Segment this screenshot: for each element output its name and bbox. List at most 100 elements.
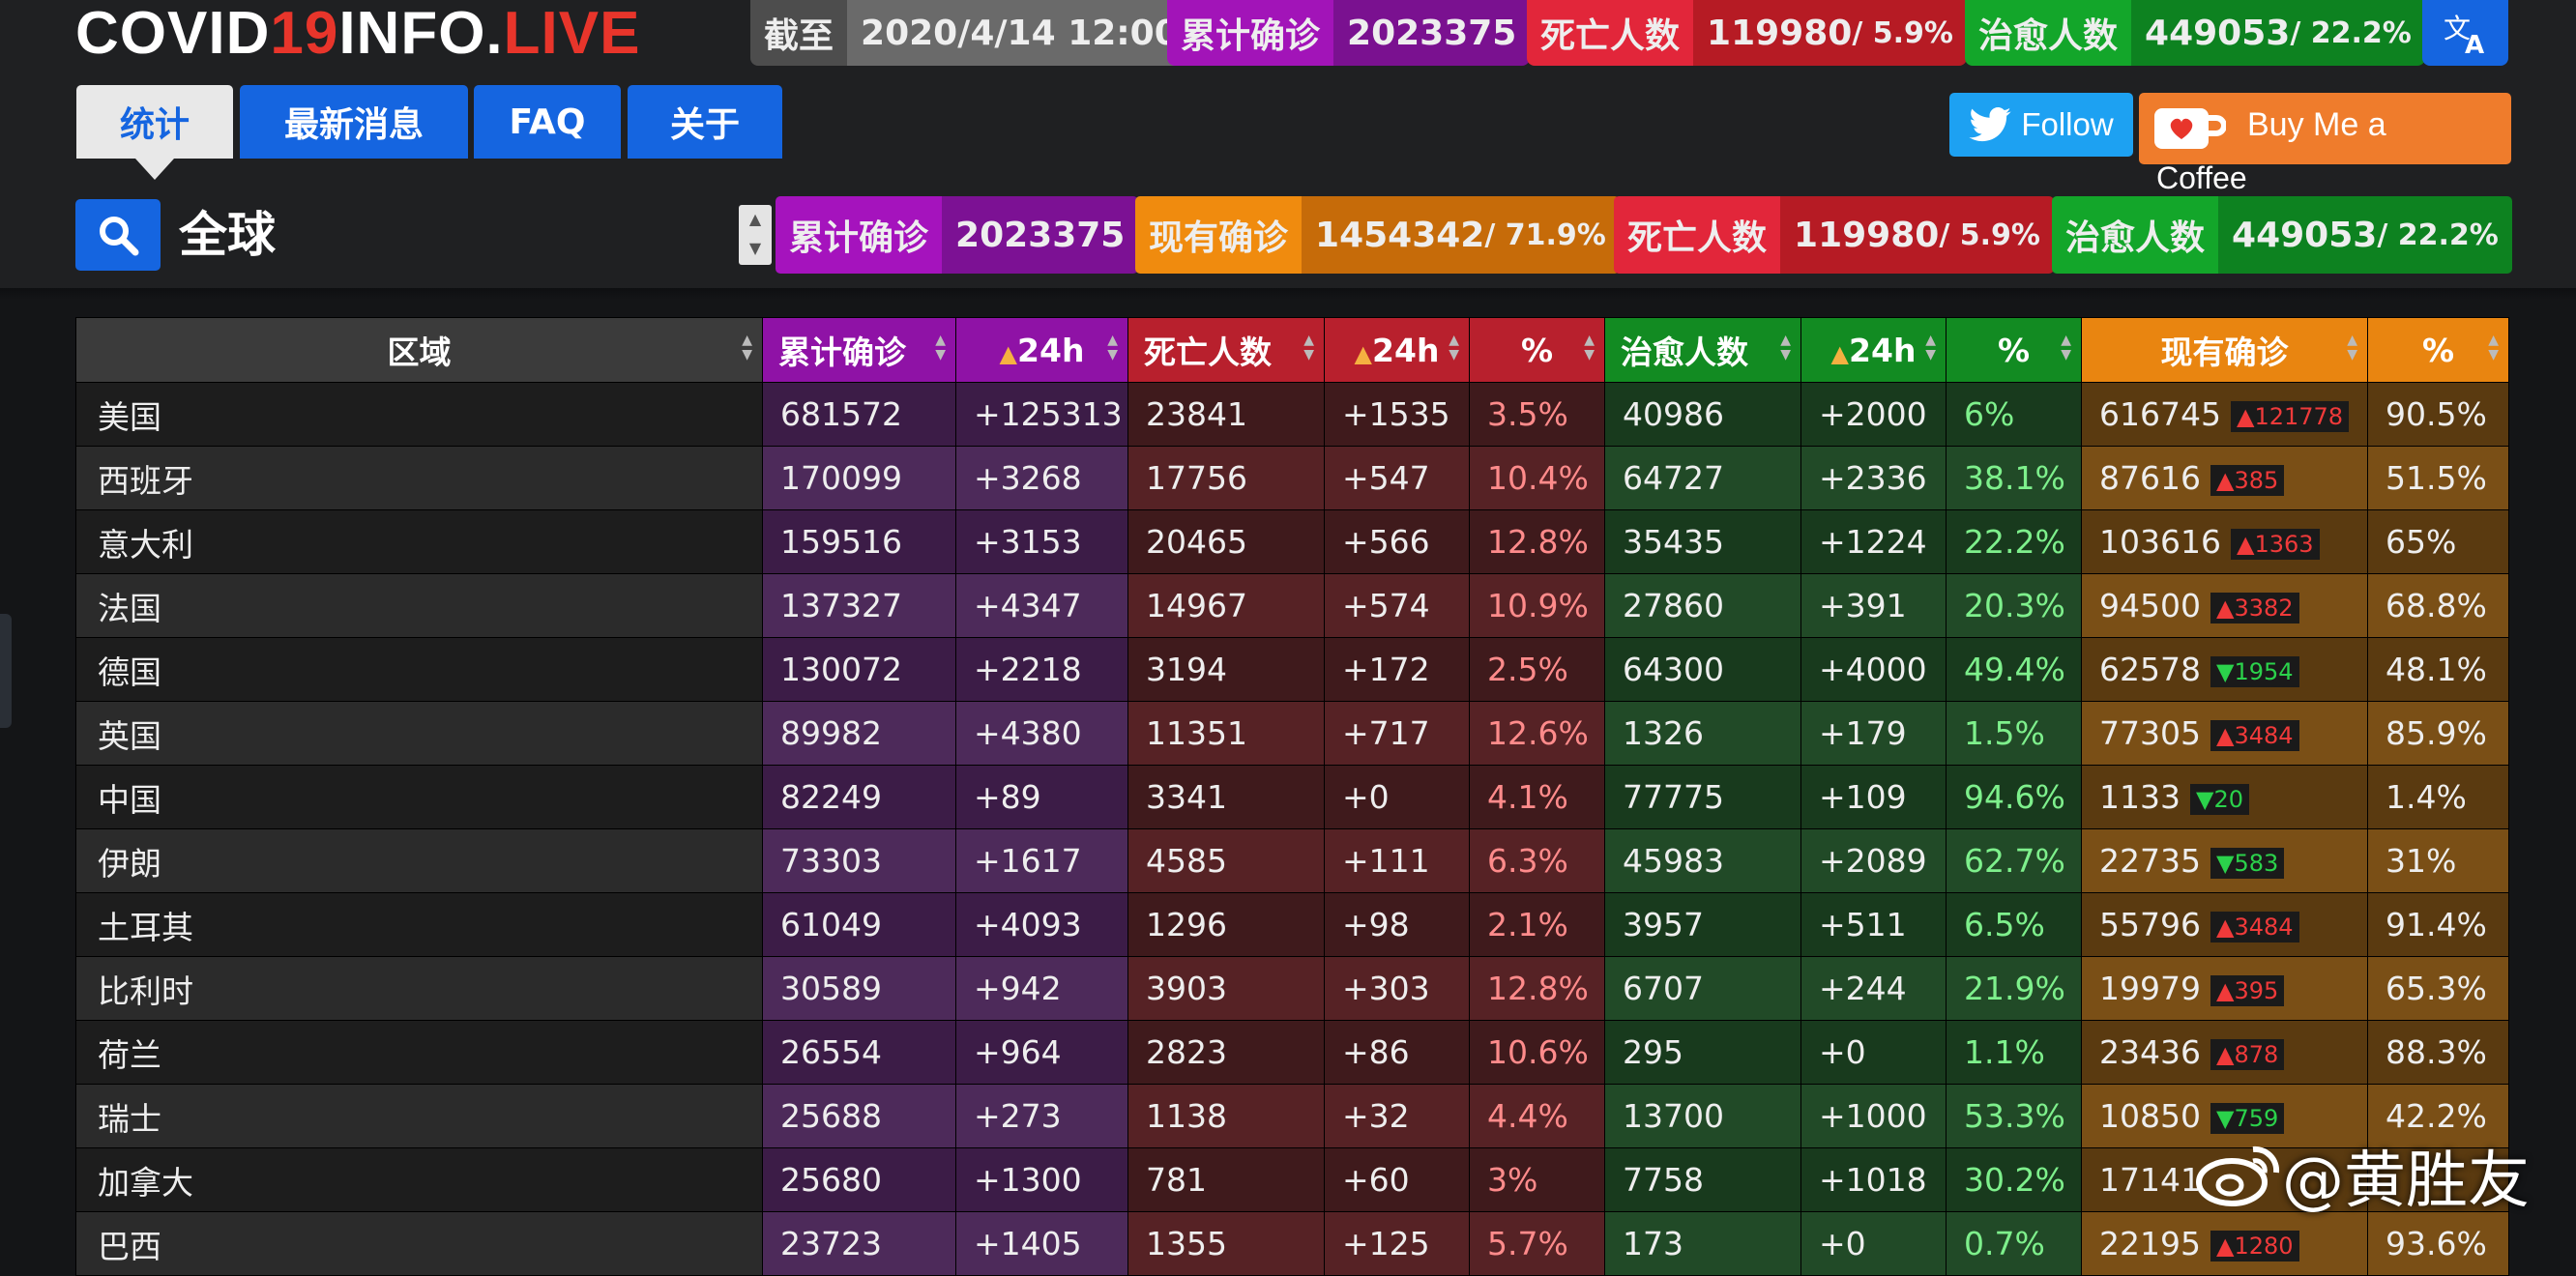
site-logo[interactable]: COVID19INFO.LIVE [75,0,640,68]
header-deaths-badge: 死亡人数 119980 / 5.9% [1527,0,1967,66]
sort-icon[interactable]: ▲ ▼ [1925,334,1936,362]
table-cell: 20465 [1127,509,1325,574]
table-cell: 20.3% [1946,573,2082,638]
table-cell: 62.7% [1946,828,2082,893]
table-cell: 23436 ▲878 [2081,1020,2368,1085]
region-name-cell: 西班牙 [75,446,763,510]
region-name-cell: 伊朗 [75,828,763,893]
table-cell: 25680 [762,1147,956,1212]
region-name-cell: 巴西 [75,1211,763,1276]
table-cell: 0.7% [1946,1211,2082,1276]
table-cell: 55796 ▲3484 [2081,892,2368,957]
column-header[interactable]: % ▲ ▼ [1469,317,1605,383]
tab-faq[interactable]: FAQ [474,85,621,159]
table-cell: +964 [955,1020,1128,1085]
table-cell: +111 [1324,828,1470,893]
table-cell: +566 [1324,509,1470,574]
sort-icon[interactable]: ▲ ▼ [742,334,752,362]
column-header-label: 现有确诊 [2160,334,2289,371]
active-change-badge: ▲385 [2210,464,2285,496]
tab-about[interactable]: 关于 [628,85,782,159]
table-cell: +1224 [1800,509,1947,574]
table-cell: 3341 [1127,765,1325,829]
table-cell: 94500 ▲3382 [2081,573,2368,638]
tab-stats[interactable]: 统计 [76,85,233,159]
table-cell: 781 [1127,1147,1325,1212]
active-change-badge: ▲1280 [2210,1230,2299,1262]
table-row[interactable]: 美国 681572 +125313 23841 +1535 3.5% 40986 +2000 6… [75,382,2509,447]
sort-icon[interactable]: ▲ ▼ [1107,334,1118,362]
column-header-label: 累计确诊 [778,334,906,371]
table-row[interactable]: 意大利 159516 +3153 20465 +566 12.8% 35435 +1224 22… [75,509,2509,574]
column-header[interactable]: ▲24h ▲ ▼ [1324,317,1470,383]
table-row[interactable]: 巴西 23723 +1405 1355 +125 5.7% 173 +0 0.7% 22195 ▲1… [75,1211,2509,1276]
table-cell: +1405 [955,1211,1128,1276]
column-header[interactable]: % ▲ ▼ [1946,317,2082,383]
table-cell: 3903 [1127,956,1325,1021]
table-row[interactable]: 加拿大 25680 +1300 781 +60 3% 7758 +1018 30.2% 17141 [75,1147,2509,1212]
table-cell: 295 [1604,1020,1801,1085]
table-cell: +4000 [1800,637,1947,702]
sort-icon[interactable]: ▲ ▼ [1449,334,1459,362]
arrow-up-icon: ▲ [2215,1232,2235,1260]
column-header[interactable]: 现有确诊 ▲ ▼ [2081,317,2368,383]
table-cell: 130072 [762,637,956,702]
table-cell: 27860 [1604,573,1801,638]
table-cell: 3957 [1604,892,1801,957]
delta-icon: ▲ [999,339,1018,367]
table-cell: 40986 [1604,382,1801,447]
column-header[interactable]: 死亡人数 ▲ ▼ [1127,317,1325,383]
table-cell: 93.6% [2367,1211,2509,1276]
arrow-down-icon: ▼ [2215,849,2235,877]
table-row[interactable]: 德国 130072 +2218 3194 +172 2.5% 64300 +4000 49.4%… [75,637,2509,702]
table-row[interactable]: 荷兰 26554 +964 2823 +86 10.6% 295 +0 1.1% 23436 ▲87… [75,1020,2509,1085]
sort-icon[interactable]: ▲ ▼ [2061,334,2071,362]
tab-news[interactable]: 最新消息 [240,85,468,159]
weibo-icon [2196,1146,2280,1206]
table-row[interactable]: 瑞士 25688 +273 1138 +32 4.4% 13700 +1000 53.3% 108… [75,1084,2509,1148]
table-row[interactable]: 法国 137327 +4347 14967 +574 10.9% 27860 +391 20.3… [75,573,2509,638]
column-header[interactable]: 治愈人数 ▲ ▼ [1604,317,1801,383]
table-row[interactable]: 土耳其 61049 +4093 1296 +98 2.1% 3957 +511 6.5% 5579… [75,892,2509,957]
table-row[interactable]: 比利时 30589 +942 3903 +303 12.8% 6707 +244 21.9% 19… [75,956,2509,1021]
table-cell: 88.3% [2367,1020,2509,1085]
table-cell: 68.8% [2367,573,2509,638]
table-cell: +4093 [955,892,1128,957]
table-cell: 53.3% [1946,1084,2082,1148]
table-cell: +179 [1800,701,1947,766]
sort-icon[interactable]: ▲ ▼ [935,334,946,362]
buy-me-coffee-button[interactable]: Buy Me a Coffee [2139,93,2511,195]
delta-icon: ▲ [1830,339,1850,367]
table-cell: 73303 [762,828,956,893]
scroll-stepper[interactable]: ▲ ▼ [739,205,772,265]
table-cell: +32 [1324,1084,1470,1148]
sort-icon[interactable]: ▲ ▼ [1780,334,1791,362]
twitter-bird-icon [1969,107,2011,142]
table-row[interactable]: 伊朗 73303 +1617 4585 +111 6.3% 45983 +2089 62.7% 2… [75,828,2509,893]
table-row[interactable]: 西班牙 170099 +3268 17756 +547 10.4% 64727 +2336 38… [75,446,2509,510]
column-header[interactable]: 区域 ▲ ▼ [75,317,763,383]
table-cell: +3268 [955,446,1128,510]
sort-icon[interactable]: ▲ ▼ [2347,334,2357,362]
column-header[interactable]: ▲24h ▲ ▼ [1800,317,1947,383]
sort-icon[interactable]: ▲ ▼ [2488,334,2499,362]
arrow-down-icon: ▼ [2215,1104,2235,1132]
twitter-follow-button[interactable]: Follow [1949,93,2133,157]
column-header[interactable]: ▲24h ▲ ▼ [955,317,1128,383]
side-drawer-handle[interactable] [0,614,12,728]
table-row[interactable]: 英国 89982 +4380 11351 +717 12.6% 1326 +179 1.5% 77… [75,701,2509,766]
column-header-label: 死亡人数 [1144,334,1272,371]
table-cell: 61049 [762,892,956,957]
sort-icon[interactable]: ▲ ▼ [1303,334,1314,362]
language-button[interactable]: 文A [2422,0,2508,66]
column-header[interactable]: 累计确诊 ▲ ▼ [762,317,956,383]
table-cell: +273 [955,1084,1128,1148]
search-button[interactable] [75,199,161,271]
table-row[interactable]: 中国 82249 +89 3341 +0 4.1% 77775 +109 94.6% 1133 ▼2… [75,765,2509,829]
sort-icon[interactable]: ▲ ▼ [1584,334,1595,362]
table-cell: +511 [1800,892,1947,957]
table-cell: 1133 ▼20 [2081,765,2368,829]
column-header[interactable]: % ▲ ▼ [2367,317,2509,383]
table-cell: +574 [1324,573,1470,638]
table-header-row: 区域 ▲ ▼ 累计确诊 ▲ ▼ ▲24h ▲ ▼ 死亡人数 ▲ ▼ ▲24h ▲ ▼% ▲ ▼ 治愈人数 ▲ ▼ ▲24… [75,317,2509,383]
